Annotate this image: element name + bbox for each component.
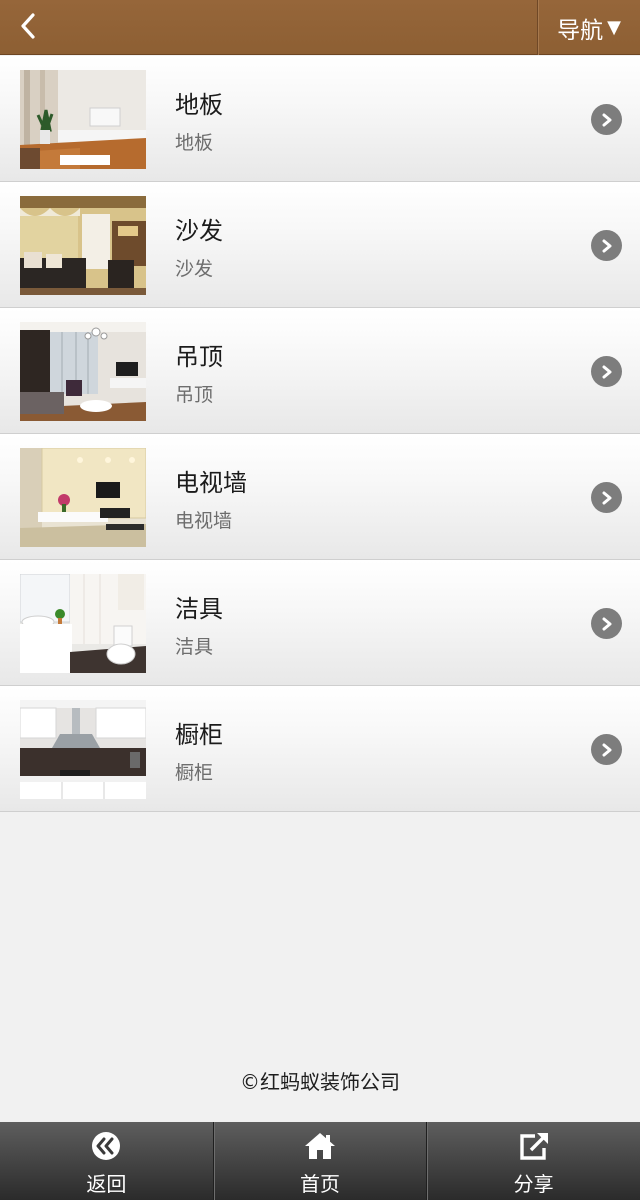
back-button[interactable] xyxy=(0,0,64,55)
tv-wall-thumbnail xyxy=(20,448,146,547)
home-icon xyxy=(304,1130,336,1162)
home-toolbar-label: 首页 xyxy=(300,1172,340,1196)
item-title: 地板 xyxy=(175,91,223,119)
list-item-kitchen-cabinet[interactable]: 橱柜 橱柜 xyxy=(0,686,640,812)
chevron-right-icon xyxy=(591,104,622,135)
caret-down-icon: ▼ xyxy=(607,16,621,38)
item-subtitle: 电视墙 xyxy=(175,510,233,532)
item-title: 沙发 xyxy=(175,217,223,245)
share-toolbar-button[interactable]: 分享 xyxy=(426,1122,640,1200)
item-subtitle: 吊顶 xyxy=(175,384,214,406)
list-item-floor[interactable]: 地板 地板 xyxy=(0,56,640,182)
list-item-sofa[interactable]: 沙发 沙发 xyxy=(0,182,640,308)
floor-thumbnail xyxy=(20,70,146,169)
chevron-right-icon xyxy=(591,230,622,261)
chevron-right-icon xyxy=(591,356,622,387)
sofa-thumbnail xyxy=(20,196,146,295)
kitchen-cabinet-thumbnail xyxy=(20,700,146,799)
chevron-right-icon xyxy=(591,482,622,513)
share-icon xyxy=(519,1130,549,1162)
ceiling-thumbnail xyxy=(20,322,146,421)
nav-menu-label: 导航 xyxy=(557,17,604,44)
chevron-left-icon xyxy=(20,12,36,43)
bottom-toolbar: 返回 首页 分享 xyxy=(0,1122,640,1200)
item-title: 橱柜 xyxy=(175,721,223,749)
item-title: 电视墙 xyxy=(175,469,247,497)
list-item-tv-wall[interactable]: 电视墙 电视墙 xyxy=(0,434,640,560)
item-subtitle: 沙发 xyxy=(175,258,214,280)
top-header: 导航 ▼ xyxy=(0,0,640,55)
bath-fixtures-thumbnail xyxy=(20,574,146,673)
back-toolbar-label: 返回 xyxy=(86,1172,127,1196)
back-toolbar-button[interactable]: 返回 xyxy=(0,1122,213,1200)
item-title: 吊顶 xyxy=(175,343,223,371)
item-subtitle: 地板 xyxy=(175,132,214,154)
nav-menu-button[interactable]: 导航 ▼ xyxy=(537,0,640,55)
list-item-ceiling[interactable]: 吊顶 吊顶 xyxy=(0,308,640,434)
chevron-right-icon xyxy=(591,608,622,639)
home-toolbar-button[interactable]: 首页 xyxy=(212,1122,427,1200)
chevron-right-icon xyxy=(591,734,622,765)
circle-back-icon xyxy=(91,1130,121,1162)
category-list: 地板 地板 沙发 沙发 吊顶 吊顶 电视墙 电视墙 洁具 洁具 橱柜 橱柜 xyxy=(0,56,640,812)
list-item-bath-fixtures[interactable]: 洁具 洁具 xyxy=(0,560,640,686)
item-subtitle: 橱柜 xyxy=(175,762,214,784)
copyright-text: ©红蚂蚁装饰公司 xyxy=(240,1070,400,1094)
share-toolbar-label: 分享 xyxy=(513,1172,554,1196)
item-title: 洁具 xyxy=(175,595,223,623)
item-subtitle: 洁具 xyxy=(175,636,214,658)
